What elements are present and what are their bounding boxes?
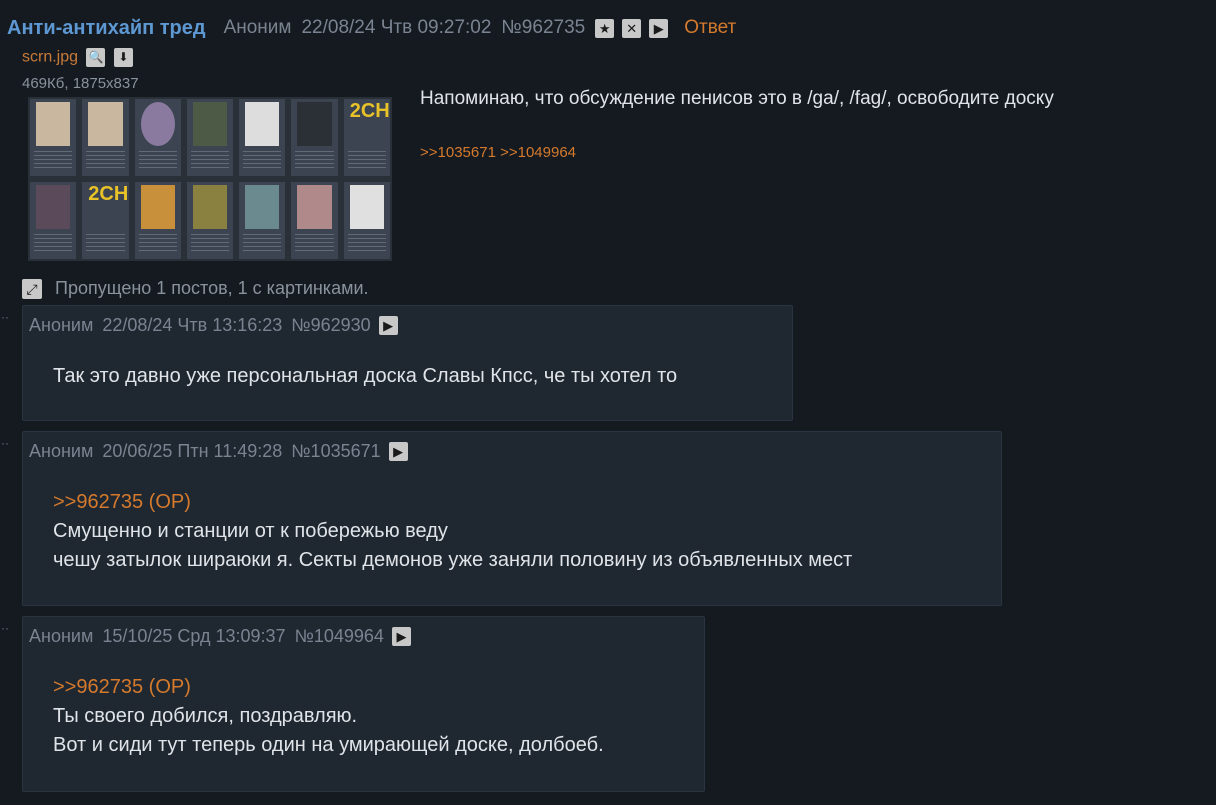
reply-header: Аноним 20/06/25 Птн 11:49:28 №1035671 ▶ [29, 441, 417, 462]
post-author: Аноним [29, 626, 94, 646]
post-datetime: 15/10/25 Срд 13:09:37 [102, 626, 286, 646]
post-datetime: 20/06/25 Птн 11:49:28 [102, 441, 283, 461]
file-meta: 469Кб, 1875x837 [22, 75, 139, 92]
reply-link[interactable]: Ответ [684, 17, 736, 39]
post-message: >>962735 (OP) Ты своего добился, поздрав… [53, 673, 604, 760]
play-icon[interactable]: ▶ [388, 442, 408, 461]
thumb-tile [134, 99, 181, 176]
thumb-logo-tile: 2CH [343, 99, 390, 176]
message-line: чешу затылок шираюки я. Секты демонов уж… [53, 549, 853, 571]
message-line: Смущенно и станции от к побережью веду [53, 520, 448, 542]
post-author: Аноним [29, 315, 94, 335]
reply-post: ·· Аноним 22/08/24 Чтв 13:16:23 №962930 … [1, 305, 793, 421]
quote-link[interactable]: >>962735 (OP) [53, 488, 852, 517]
message-line: Так это давно уже персональная доска Сла… [53, 365, 678, 387]
thumb-tile [186, 99, 234, 176]
omitted-label: Пропущено 1 постов, 1 с картинками. [55, 278, 369, 298]
post-author: Аноним [223, 17, 292, 38]
reply-post: ·· Аноним 15/10/25 Срд 13:09:37 №1049964… [1, 616, 705, 792]
file-info: scrn.jpg 🔍 ⬇ [22, 48, 133, 67]
post-message: Так это давно уже персональная доска Сла… [53, 362, 677, 391]
reply-post: ·· Аноним 20/06/25 Птн 11:49:28 №1035671… [1, 431, 1002, 606]
expand-icon[interactable]: ⤢ [22, 278, 42, 299]
post-thumbnail[interactable]: 2CH 2CH [28, 97, 392, 261]
reply-header: Аноним 15/10/25 Срд 13:09:37 №1049964 ▶ [29, 626, 420, 647]
thumb-tile [82, 99, 129, 176]
message-line: Ты своего добился, поздравляю. [53, 705, 358, 727]
search-icon[interactable]: 🔍 [86, 48, 106, 67]
message-line: Вот и сиди тут теперь один на умирающей … [53, 734, 604, 756]
thumb-tile [239, 182, 286, 259]
play-icon[interactable]: ▶ [649, 18, 669, 38]
star-icon[interactable]: ★ [595, 18, 615, 38]
thumb-tile [343, 182, 390, 259]
file-name-link[interactable]: scrn.jpg [22, 49, 78, 66]
post-number[interactable]: №1049964 [295, 626, 384, 647]
thumb-tile [291, 99, 338, 176]
thumb-tile [239, 99, 286, 176]
thumb-tile [134, 182, 181, 259]
close-icon[interactable]: ✕ [622, 18, 642, 38]
play-icon[interactable]: ▶ [378, 316, 398, 335]
op-header: Анти-антихайп тред Аноним 22/08/24 Чтв 0… [7, 14, 736, 42]
post-datetime: 22/08/24 Чтв 13:16:23 [102, 315, 283, 335]
thumb-tile [30, 99, 77, 176]
post-number[interactable]: №962735 [501, 17, 585, 39]
post-number[interactable]: №1035671 [291, 441, 380, 462]
post-number[interactable]: №962930 [291, 315, 370, 336]
thumb-tile [30, 182, 77, 259]
thumb-logo-tile: 2CH [82, 182, 129, 259]
thumb-tile [291, 182, 338, 259]
reply-header: Аноним 22/08/24 Чтв 13:16:23 №962930 ▶ [29, 315, 407, 336]
download-icon[interactable]: ⬇ [113, 48, 133, 67]
post-author: Аноним [29, 441, 94, 461]
thumb-logo: 2CH [349, 100, 390, 122]
thumb-tile [186, 182, 234, 259]
thumb-logo: 2CH [88, 183, 129, 205]
omitted-posts[interactable]: ⤢ Пропущено 1 постов, 1 с картинками. [22, 278, 369, 299]
post-datetime: 22/08/24 Чтв 09:27:02 [301, 17, 492, 38]
post-message: >>962735 (OP) Смущенно и станции от к по… [53, 488, 852, 575]
op-backlinks[interactable]: >>1035671 >>1049964 [420, 144, 576, 161]
thread-title: Анти-антихайп тред [7, 16, 206, 39]
quote-link[interactable]: >>962735 (OP) [53, 673, 604, 702]
play-icon[interactable]: ▶ [391, 627, 411, 646]
op-message: Напоминаю, что обсуждение пенисов это в … [420, 88, 1054, 109]
